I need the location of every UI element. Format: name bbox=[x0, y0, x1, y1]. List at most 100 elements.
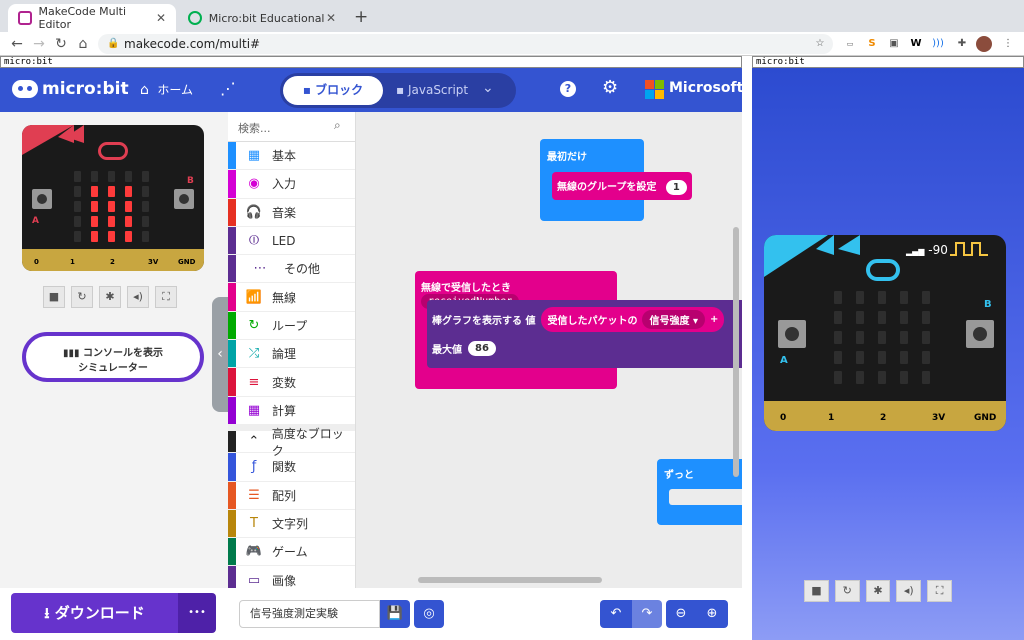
edge-connector: 0 1 2 3V GND bbox=[22, 249, 204, 271]
help-icon[interactable]: ? bbox=[560, 81, 576, 97]
extension-audio-icon[interactable]: ))) bbox=[930, 36, 946, 52]
logo-text[interactable]: micro:bit bbox=[42, 79, 129, 99]
category-item[interactable]: ⤮ 論理 bbox=[228, 340, 355, 369]
led bbox=[74, 201, 81, 212]
home-icon: ⌂ bbox=[140, 82, 149, 98]
led bbox=[74, 171, 81, 182]
logo-touch-icon[interactable] bbox=[98, 142, 128, 160]
tab-microbit-foundation[interactable]: Micro:bit Educational Foundatio ✕ bbox=[178, 4, 346, 32]
zoom-in-icon[interactable]: ⊕ bbox=[696, 600, 728, 628]
packet-label: 受信したパケットの bbox=[547, 316, 638, 327]
received-packet-reporter[interactable]: 受信したパケットの 信号強度 ▾ + bbox=[541, 307, 725, 332]
profile-avatar[interactable] bbox=[976, 36, 992, 52]
debug-bug-icon[interactable]: ✱ bbox=[99, 286, 121, 308]
max-value-field[interactable]: 86 bbox=[468, 341, 496, 356]
extension-3-icon[interactable]: ▣ bbox=[886, 36, 902, 52]
led bbox=[878, 311, 886, 324]
category-item[interactable]: ☰ 配列 bbox=[228, 481, 355, 510]
menu-kebab-icon[interactable]: ⋮ bbox=[1000, 36, 1016, 52]
home-button[interactable]: ⌂ ホーム bbox=[140, 81, 193, 98]
button-b[interactable] bbox=[966, 320, 994, 348]
mute-icon[interactable]: ◂) bbox=[127, 286, 149, 308]
category-color-bar bbox=[228, 430, 236, 453]
button-a[interactable] bbox=[32, 189, 52, 209]
logo-touch-icon[interactable] bbox=[866, 259, 900, 281]
url-field[interactable]: 🔒 makecode.com/multi# bbox=[98, 34, 833, 54]
category-item[interactable]: 🎮 ゲーム bbox=[228, 538, 355, 567]
bookmark-star-icon[interactable]: ☆ bbox=[812, 36, 828, 52]
category-icon: ◉ bbox=[248, 176, 260, 192]
project-name-input[interactable]: 信号強度測定実験 bbox=[239, 600, 380, 628]
group-value-field[interactable]: 1 bbox=[665, 180, 687, 195]
signal-strength-dropdown[interactable]: 信号強度 ▾ bbox=[642, 310, 705, 329]
microbit-board[interactable]: A B 0 1 2 3V GND bbox=[22, 125, 204, 271]
gear-icon[interactable]: ⚙ bbox=[602, 77, 618, 98]
category-item[interactable]: ▭ 画像 bbox=[228, 566, 355, 588]
debug-bug-icon[interactable]: ✱ bbox=[865, 580, 891, 602]
github-icon[interactable]: ◎ bbox=[414, 600, 444, 628]
close-tab-icon[interactable]: ✕ bbox=[326, 11, 336, 25]
zoom-out-icon[interactable]: ⊖ bbox=[666, 600, 696, 628]
microbit-board-large[interactable]: ▂▄▆ -90 A B 0 1 2 3V GND bbox=[764, 235, 1006, 431]
extension-w-icon[interactable]: W bbox=[908, 36, 924, 52]
blocks-tab[interactable]: ▪ ブロック bbox=[283, 76, 383, 105]
tab-label: MakeCode Multi Editor bbox=[38, 5, 127, 31]
more-options-button[interactable]: ••• bbox=[178, 593, 216, 633]
category-color-bar bbox=[228, 538, 236, 566]
category-item[interactable]: ▦ 基本 bbox=[228, 142, 355, 171]
close-tab-icon[interactable]: ✕ bbox=[156, 11, 166, 25]
forever-block[interactable]: ずっと bbox=[657, 459, 742, 525]
back-icon[interactable]: ← bbox=[8, 35, 26, 53]
new-tab-button[interactable]: + bbox=[354, 7, 368, 27]
chevron-down-icon[interactable]: ⌄ bbox=[482, 80, 494, 96]
category-item[interactable]: ↻ ループ bbox=[228, 311, 355, 341]
chart-bars-icon: ▮▮▮ bbox=[63, 348, 80, 359]
share-icon[interactable]: ⋰ bbox=[220, 79, 236, 98]
category-item[interactable]: ⏼ LED bbox=[228, 226, 355, 256]
plot-bar-graph-block[interactable]: 棒グラフを表示する 値 受信したパケットの 信号強度 ▾ + 最大値 86 bbox=[427, 300, 742, 368]
led bbox=[856, 331, 864, 344]
category-item[interactable]: 🎧 音楽 bbox=[228, 198, 355, 227]
forward-icon[interactable]: → bbox=[30, 35, 48, 53]
undo-icon[interactable]: ↶ bbox=[600, 600, 632, 628]
stop-icon[interactable]: ■ bbox=[43, 286, 65, 308]
fullscreen-icon[interactable]: ⛶ bbox=[927, 580, 952, 602]
mute-icon[interactable]: ◂) bbox=[896, 580, 922, 602]
collapse-simulator-tab[interactable]: ‹ bbox=[212, 297, 228, 412]
category-item[interactable]: T 文字列 bbox=[228, 509, 355, 539]
category-item[interactable]: 📶 無線 bbox=[228, 283, 355, 312]
button-b[interactable] bbox=[174, 189, 194, 209]
category-color-bar bbox=[228, 566, 236, 588]
set-radio-group-block[interactable]: 無線のグループを設定 1 bbox=[552, 172, 692, 200]
category-item[interactable]: ƒ 関数 bbox=[228, 453, 355, 482]
category-item[interactable]: ≡ 変数 bbox=[228, 368, 355, 397]
extension-s-icon[interactable]: S bbox=[864, 36, 880, 52]
home-icon[interactable]: ⌂ bbox=[74, 35, 92, 53]
vertical-scrollbar[interactable] bbox=[733, 227, 739, 477]
button-a[interactable] bbox=[778, 320, 806, 348]
tab-makecode[interactable]: MakeCode Multi Editor ✕ bbox=[8, 4, 176, 32]
save-icon[interactable]: 💾 bbox=[380, 600, 410, 628]
horizontal-scrollbar[interactable] bbox=[418, 577, 602, 583]
category-item[interactable]: ▦ 計算 bbox=[228, 396, 355, 425]
show-console-button[interactable]: ▮▮▮ コンソールを表示 シミュレーター bbox=[22, 332, 204, 382]
javascript-tab[interactable]: ▪ JavaScript bbox=[396, 83, 468, 97]
plot-bar-label: 棒グラフを表示する 値 bbox=[432, 316, 536, 327]
reload-icon[interactable]: ↻ bbox=[52, 35, 70, 53]
extensions-puzzle-icon[interactable]: ✚ bbox=[954, 36, 970, 52]
restart-icon[interactable]: ↻ bbox=[71, 286, 93, 308]
redo-icon[interactable]: ↷ bbox=[632, 600, 662, 628]
category-label: 無線 bbox=[272, 290, 297, 305]
toolbox-search[interactable]: 検索... ⌕ bbox=[228, 112, 355, 142]
extension-1-icon[interactable]: ▭ bbox=[842, 36, 858, 52]
category-item[interactable]: ◉ 入力 bbox=[228, 170, 355, 199]
plus-icon[interactable]: + bbox=[710, 314, 718, 325]
fullscreen-icon[interactable]: ⛶ bbox=[155, 286, 177, 308]
pin-gnd-label: GND bbox=[974, 413, 997, 423]
stop-icon[interactable]: ■ bbox=[804, 580, 829, 602]
category-item[interactable]: ⋯ その他 bbox=[228, 255, 355, 284]
restart-icon[interactable]: ↻ bbox=[834, 580, 860, 602]
category-item[interactable]: ⌃ 高度なブロック bbox=[228, 424, 355, 458]
blocks-workspace[interactable]: 最初だけ 無線のグループを設定 1 無線で受信したとき receivedNumb… bbox=[356, 112, 742, 588]
download-button[interactable]: ⭳ ダウンロード bbox=[11, 593, 178, 633]
